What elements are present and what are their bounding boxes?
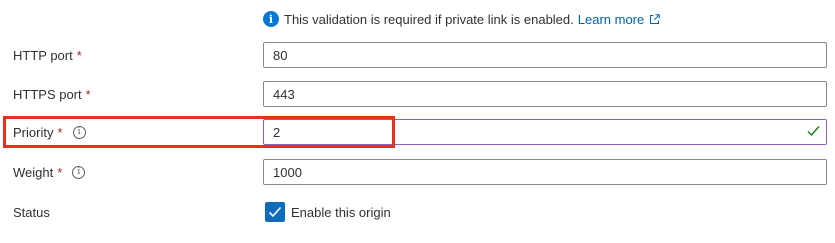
http-port-row: HTTP port * [0,42,835,68]
http-port-label: HTTP port * [13,47,82,63]
https-port-label: HTTPS port * [13,86,91,102]
info-tooltip-icon[interactable]: i [72,165,86,179]
info-message: This validation is required if private l… [284,11,574,27]
priority-row: Priority * i [0,119,835,145]
required-asterisk: * [57,124,63,140]
http-port-input[interactable] [264,44,826,66]
required-asterisk: * [57,164,63,180]
priority-label: Priority * i [13,119,86,145]
weight-label: Weight * i [13,159,86,185]
checkmark-icon [268,206,282,218]
info-tooltip-icon[interactable]: i [72,125,86,139]
weight-input[interactable] [264,161,826,183]
enable-origin-checkbox[interactable] [265,202,285,222]
origin-settings-form: i This validation is required if private… [0,0,835,243]
weight-row: Weight * i [0,159,835,185]
private-link-info: i This validation is required if private… [263,9,660,29]
weight-field[interactable] [263,159,827,185]
external-link-icon[interactable] [649,13,660,25]
required-asterisk: * [76,47,82,63]
http-port-field[interactable] [263,42,827,68]
priority-input[interactable] [264,121,826,143]
learn-more-link[interactable]: Learn more [578,12,644,27]
https-port-input[interactable] [264,83,826,105]
enable-origin-label[interactable]: Enable this origin [291,199,391,225]
info-circle-icon: i [263,11,279,27]
https-port-field[interactable] [263,81,827,107]
status-row: Status Enable this origin [0,199,835,225]
status-label: Status [13,204,50,220]
checkmark-icon [807,125,820,140]
required-asterisk: * [85,86,91,102]
https-port-row: HTTPS port * [0,81,835,107]
priority-field[interactable] [263,119,827,145]
